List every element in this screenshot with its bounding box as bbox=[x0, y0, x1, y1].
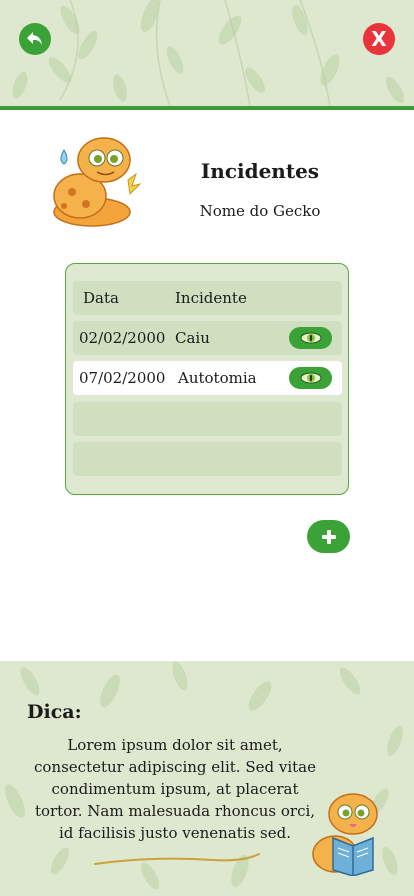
add-incident-button[interactable] bbox=[307, 520, 350, 553]
table-row: 07/02/2000 Autotomia bbox=[73, 361, 342, 395]
view-incident-button[interactable] bbox=[289, 327, 332, 349]
plus-icon bbox=[321, 529, 336, 544]
decorative-underline bbox=[94, 853, 260, 865]
reading-gecko-illustration bbox=[312, 793, 378, 876]
leaf-pattern bbox=[12, 0, 405, 106]
tip-title: Dica: bbox=[27, 701, 82, 723]
column-header-date: Data bbox=[83, 289, 119, 307]
header-divider bbox=[0, 106, 414, 110]
empty-table-row bbox=[73, 442, 342, 476]
incident-table: Data Incidente 02/02/2000 Caiu 07/02/200… bbox=[65, 263, 349, 495]
table-header-row: Data Incidente bbox=[73, 281, 342, 315]
column-header-incident: Incidente bbox=[175, 289, 247, 307]
back-button[interactable] bbox=[19, 23, 51, 55]
tip-text: Lorem ipsum dolor sit amet, consectetur … bbox=[34, 736, 316, 842]
row-incident: Autotomia bbox=[178, 369, 257, 387]
page-title: Incidentes bbox=[200, 159, 320, 183]
view-incident-button[interactable] bbox=[289, 367, 332, 389]
gecko-illustration bbox=[53, 137, 142, 227]
back-arrow-icon bbox=[27, 32, 42, 45]
row-date: 02/02/2000 bbox=[79, 329, 166, 347]
row-incident: Caiu bbox=[175, 329, 210, 347]
empty-table-row bbox=[73, 402, 342, 436]
table-row: 02/02/2000 Caiu bbox=[73, 321, 342, 355]
eye-icon bbox=[300, 332, 321, 344]
close-icon: X bbox=[371, 27, 387, 51]
close-button[interactable]: X bbox=[363, 23, 395, 55]
gecko-name: Nome do Gecko bbox=[199, 202, 321, 220]
eye-icon bbox=[300, 372, 321, 384]
row-date: 07/02/2000 bbox=[79, 369, 166, 387]
header-background: X bbox=[0, 0, 414, 106]
